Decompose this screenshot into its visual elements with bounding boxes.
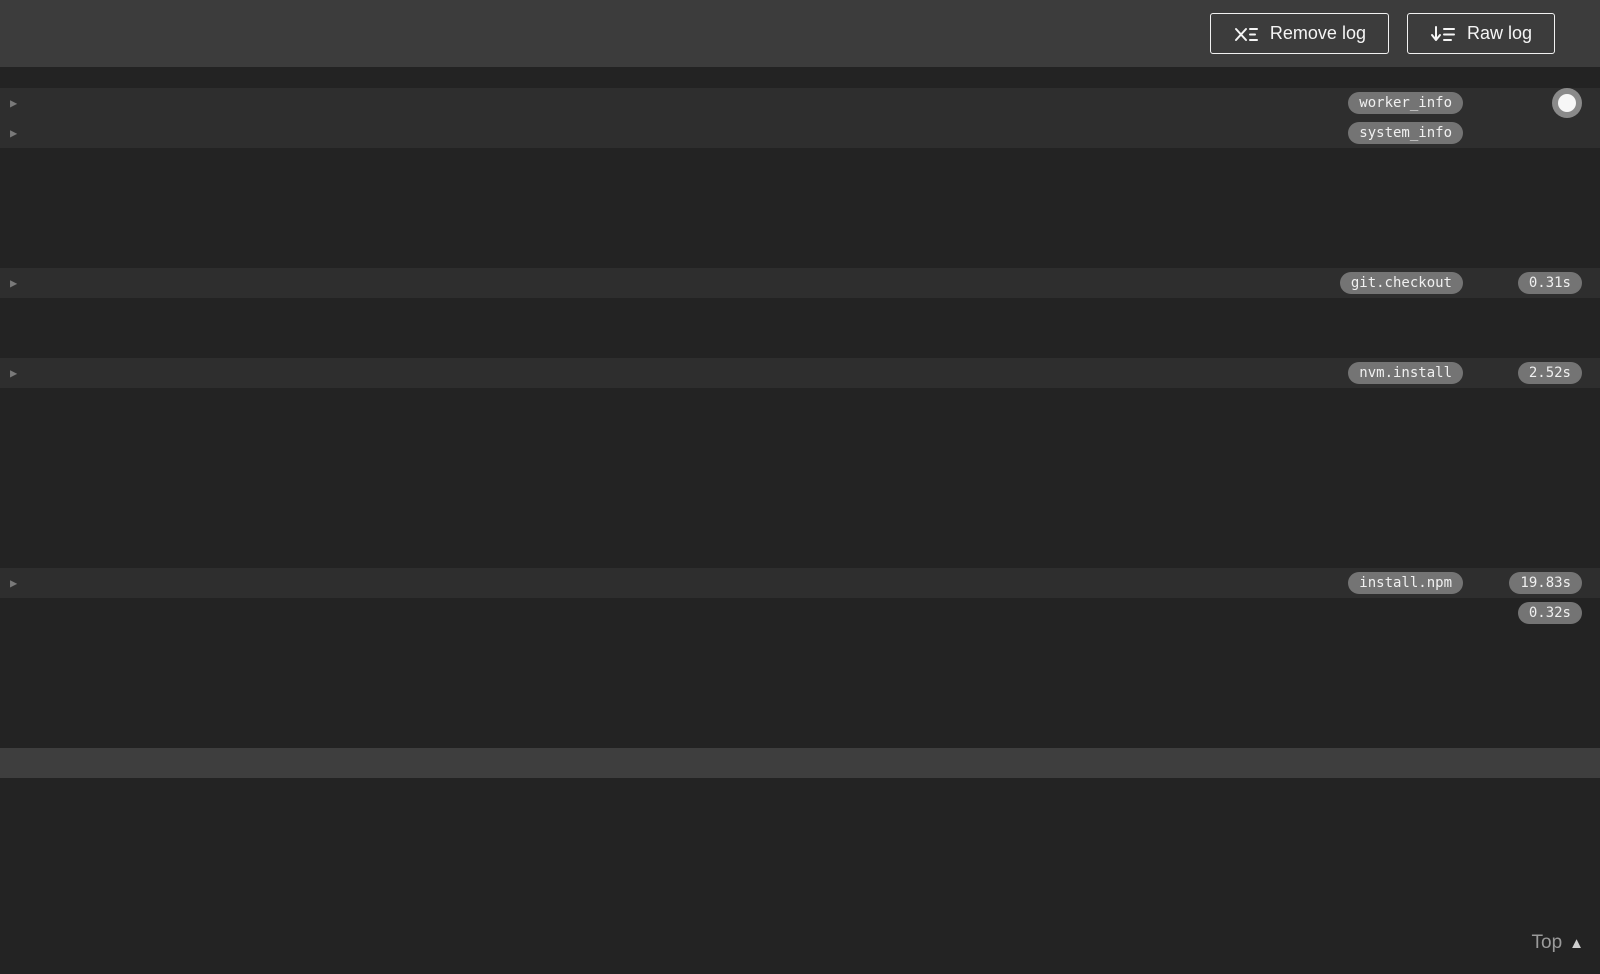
- position-indicator-dot: [1552, 88, 1582, 118]
- fold-tag-badge: nvm.install: [1348, 362, 1463, 384]
- log-toolbar: Remove log Raw log: [0, 0, 1600, 67]
- duration-badge: 19.83s: [1509, 572, 1582, 594]
- log-row: 404 Network availability confirmed.: [0, 178, 1600, 208]
- fold-tag-badge: system_info: [1348, 122, 1463, 144]
- log-row: 425 Updating nvm: [0, 328, 1600, 358]
- log-row: 405: [0, 208, 1600, 238]
- log-row: 437 $ nvm --version: [0, 508, 1600, 538]
- scroll-to-top-link[interactable]: Top ▲: [1532, 932, 1585, 953]
- log-row: 3163: [0, 868, 1600, 898]
- remove-log-button[interactable]: Remove log: [1209, 13, 1389, 54]
- log-row: 438 0.33.11: [0, 538, 1600, 568]
- log-row: 406: [0, 238, 1600, 268]
- top-arrow-icon: ▲: [1569, 935, 1584, 952]
- log-row: 3160: [0, 778, 1600, 808]
- fold-tag-badge: install.npm: [1348, 572, 1463, 594]
- duration-badge: 0.31s: [1517, 272, 1582, 294]
- log-row: ▶ 439 $ npm install install.npm 19.83s: [0, 568, 1600, 598]
- fold-tag-badge: worker_info: [1348, 92, 1463, 114]
- fold-toggle-icon[interactable]: ▶: [10, 358, 26, 388]
- log-row: ▶ 6 Build system information system_info: [0, 118, 1600, 148]
- duration-badge: 0.32s: [1517, 602, 1582, 624]
- raw-log-button[interactable]: Raw log: [1406, 13, 1555, 54]
- log-row: 3162 The command "npm test" exited with …: [0, 838, 1600, 868]
- fold-toggle-icon[interactable]: ▶: [10, 118, 26, 148]
- remove-log-icon: [1233, 24, 1259, 44]
- log-row: 3157 > echo 'Run your tests here': [0, 688, 1600, 718]
- log-row: 3156 > gatsby-starter-hello-world@ test …: [0, 658, 1600, 688]
- log-row: 436 5.6.0: [0, 478, 1600, 508]
- log-row: ▶ 407 $ git clone --depth=50 https://git…: [0, 268, 1600, 298]
- log-row: 434 v10.0.0: [0, 418, 1600, 448]
- log-row: 435 $ npm --version: [0, 448, 1600, 478]
- log-row: 424 $ export PATH=./node_modules/.bin:$P…: [0, 298, 1600, 328]
- log-row: 403: [0, 148, 1600, 178]
- log-row: 3155: [0, 628, 1600, 658]
- log-row: 433 $ node --version: [0, 388, 1600, 418]
- raw-log-label: Raw log: [1466, 23, 1532, 43]
- remove-log-label: Remove log: [1269, 23, 1366, 43]
- log-row: 3158: [0, 718, 1600, 748]
- fold-tag-badge: git.checkout: [1339, 272, 1463, 294]
- top-link-label: Top: [1531, 932, 1563, 953]
- fold-toggle-icon[interactable]: ▶: [10, 88, 26, 118]
- log-row: 3164 Done. Your build exited with 0.: [0, 898, 1600, 928]
- log-row: 3154 $ npm test 0.32s: [0, 598, 1600, 628]
- position-indicator-dot-inner: [1558, 94, 1576, 112]
- raw-log-icon: [1430, 24, 1456, 44]
- fold-toggle-icon[interactable]: ▶: [10, 568, 26, 598]
- duration-badge: 2.52s: [1517, 362, 1582, 384]
- log-row: ▶ 426 $ nvm install 10.0 nvm.install 2.5…: [0, 358, 1600, 388]
- build-log: ▶ 1 Worker information worker_info ▶ 6 B…: [0, 67, 1600, 958]
- log-row: ▶ 1 Worker information worker_info: [0, 88, 1600, 118]
- log-row: 3161: [0, 808, 1600, 838]
- fold-toggle-icon[interactable]: ▶: [10, 268, 26, 298]
- log-footer: Top ▲: [0, 928, 1600, 958]
- log-row: 3159 Run your tests here: [0, 748, 1600, 778]
